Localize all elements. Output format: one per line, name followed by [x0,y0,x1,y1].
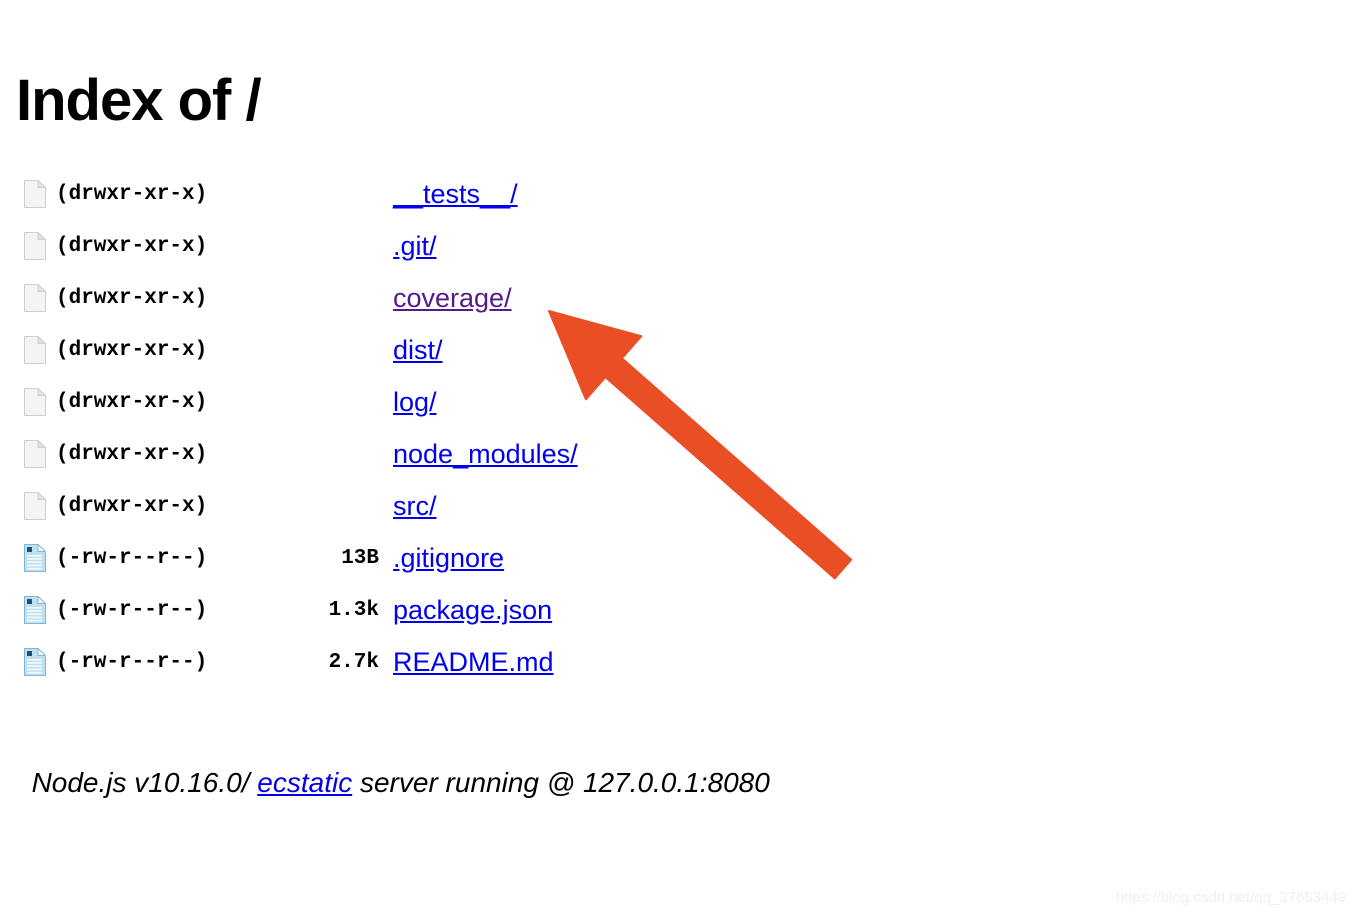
listing-row: (-rw-r--r--) 2.7k README.md [16,636,716,688]
file-link[interactable]: log/ [393,387,437,417]
file-link[interactable]: __tests__/ [393,179,518,209]
row-size: 13B [341,546,379,570]
listing-row: (drwxr-xr-x) .git/ [16,220,716,272]
row-permissions: (drwxr-xr-x) [56,442,208,466]
file-listing: (drwxr-xr-x) __tests__/(drwxr-xr-x) .git/(… [16,168,716,688]
listing-row: (drwxr-xr-x) node_modules/ [16,428,716,480]
directory-page-icon [24,180,46,208]
row-permissions: (drwxr-xr-x) [56,286,208,310]
file-link[interactable]: README.md [393,647,554,677]
row-permissions: (-rw-r--r--) [56,650,208,674]
file-link[interactable]: package.json [393,595,552,625]
row-name-cell: dist/ [393,335,716,365]
row-name-cell: log/ [393,387,716,417]
row-icon-cell [16,180,56,208]
row-icon-cell [16,544,56,572]
listing-row: (-rw-r--r--) 13B .gitignore [16,532,716,584]
row-name-cell: node_modules/ [393,439,716,469]
row-size: 2.7k [328,650,379,674]
watermark-text: https://blog.csdn.net/qq_37653449 [1115,889,1346,906]
row-icon-cell [16,388,56,416]
row-icon-cell [16,336,56,364]
file-link[interactable]: dist/ [393,335,443,365]
row-name-cell: package.json [393,595,716,625]
row-name-cell: .git/ [393,231,716,261]
listing-row: (drwxr-xr-x) log/ [16,376,716,428]
directory-page-icon [24,440,46,468]
file-link[interactable]: node_modules/ [393,439,578,469]
row-name-cell: .gitignore [393,543,716,573]
directory-page-icon [24,232,46,260]
row-name-cell: coverage/ [393,283,716,313]
file-link[interactable]: .git/ [393,231,437,261]
listing-row: (drwxr-xr-x) dist/ [16,324,716,376]
row-name-cell: README.md [393,647,716,677]
row-permissions: (drwxr-xr-x) [56,390,208,414]
file-link[interactable]: coverage/ [393,283,512,313]
row-icon-cell [16,492,56,520]
file-link[interactable]: .gitignore [393,543,504,573]
row-icon-cell [16,284,56,312]
row-icon-cell [16,648,56,676]
listing-row: (drwxr-xr-x) coverage/ [16,272,716,324]
row-permissions: (drwxr-xr-x) [56,494,208,518]
row-permissions: (-rw-r--r--) [56,598,208,622]
directory-page-icon [24,492,46,520]
directory-page-icon [24,388,46,416]
row-name-cell: __tests__/ [393,179,716,209]
listing-row: (drwxr-xr-x) src/ [16,480,716,532]
row-icon-cell [16,440,56,468]
file-link[interactable]: src/ [393,491,437,521]
row-size: 1.3k [328,598,379,622]
row-permissions: (drwxr-xr-x) [56,338,208,362]
ecstatic-link[interactable]: ecstatic [257,767,352,798]
row-permissions: (-rw-r--r--) [56,546,208,570]
file-text-icon [24,648,46,676]
file-text-icon [24,544,46,572]
server-status-line: Node.js v10.16.0/ ecstatic server runnin… [16,735,770,799]
directory-page-icon [24,336,46,364]
row-icon-cell [16,232,56,260]
listing-row: (-rw-r--r--) 1.3k package.json [16,584,716,636]
row-permissions: (drwxr-xr-x) [56,182,208,206]
server-status-prefix: Node.js v10.16.0/ [31,767,258,798]
listing-row: (drwxr-xr-x) __tests__/ [16,168,716,220]
directory-page-icon [24,284,46,312]
file-text-icon [24,596,46,624]
server-status-suffix: server running @ 127.0.0.1:8080 [352,767,770,798]
page-title: Index of / [16,67,262,133]
row-icon-cell [16,596,56,624]
row-name-cell: src/ [393,491,716,521]
row-permissions: (drwxr-xr-x) [56,234,208,258]
